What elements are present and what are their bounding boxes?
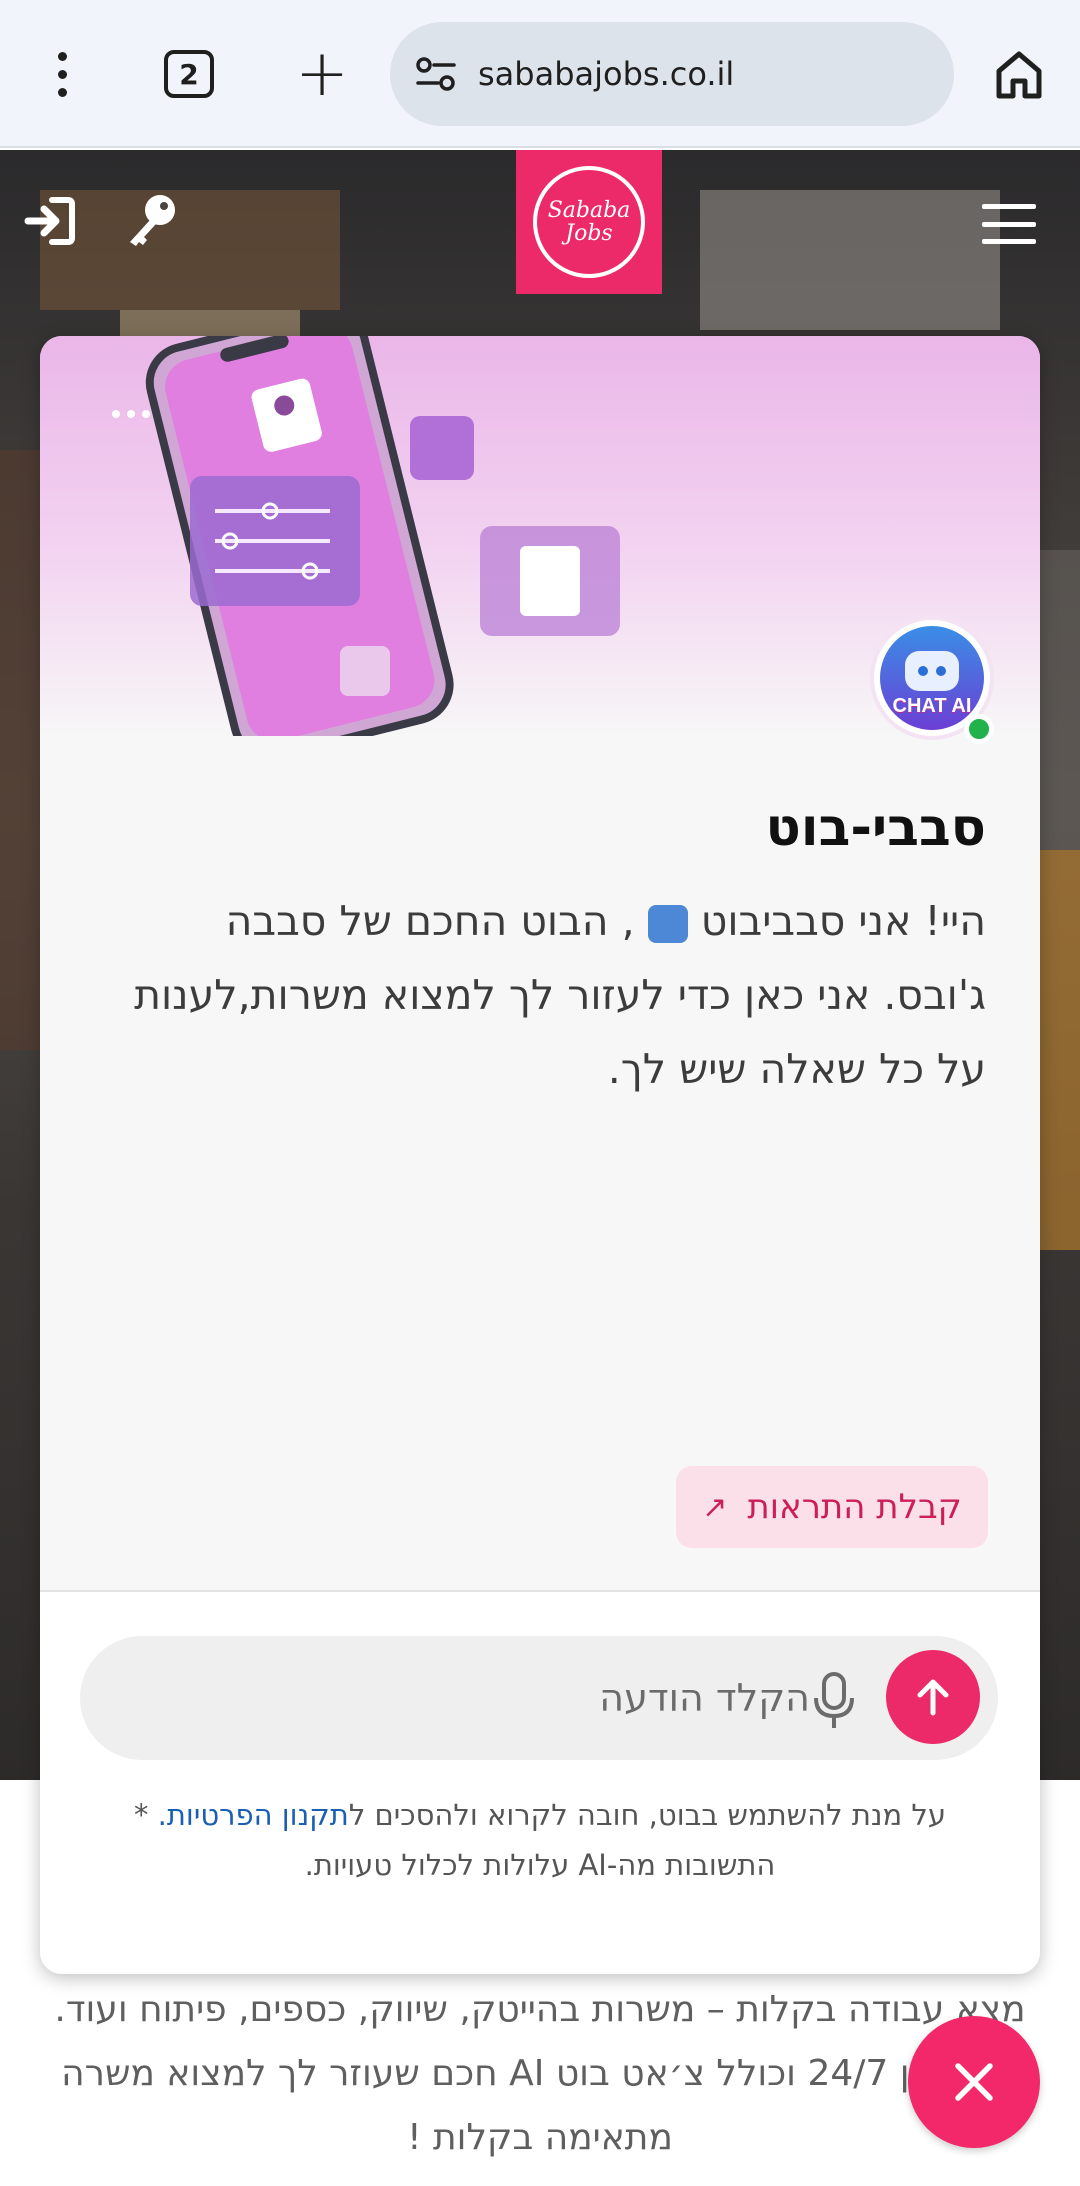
- disclaimer-line2: התשובות מה-AI עלולות לכלול טעויות.: [304, 1848, 776, 1882]
- logo-text-line1: Sababa: [547, 197, 631, 223]
- robot-emoji-icon: [647, 905, 688, 943]
- close-icon: [955, 2063, 993, 2101]
- get-notifications-button[interactable]: קבלת התראות ↗: [676, 1466, 988, 1548]
- bot-name: סבבי-בוט: [765, 798, 986, 858]
- address-bar[interactable]: sababajobs.co.il: [390, 22, 954, 126]
- page-description: מצא עבודה בקלות – משרות בהייטק, שיווק, כ…: [54, 1989, 1026, 2158]
- home-icon[interactable]: [990, 44, 1048, 106]
- close-chat-button[interactable]: [908, 2016, 1040, 2148]
- disclaimer-line1: על מנת להשתמש בבוט, חובה לקרוא ולהסכים ל: [348, 1798, 947, 1832]
- tab-count: 2: [179, 57, 199, 91]
- hamburger-menu-icon[interactable]: [982, 204, 1036, 244]
- url-text: sababajobs.co.il: [478, 55, 735, 93]
- online-status-dot: [964, 714, 994, 744]
- disclaimer-asterisk: *: [133, 1798, 158, 1832]
- chatbot-widget: CHAT AI סבבי-בוט היי! אני סבביבוט , הבוט…: [40, 336, 1040, 1974]
- microphone-icon[interactable]: [812, 1670, 856, 1730]
- browser-toolbar: 2 + sababajobs.co.il: [0, 0, 1080, 148]
- site-settings-icon[interactable]: [416, 56, 456, 92]
- message-input[interactable]: [120, 1658, 810, 1738]
- arrow-up-icon: [917, 1679, 949, 1716]
- new-tab-button[interactable]: +: [290, 40, 354, 108]
- sababa-jobs-logo[interactable]: Sababa Jobs: [516, 150, 662, 294]
- bot-intro-message: היי! אני סבביבוט , הבוט החכם של סבבה ג'ו…: [126, 884, 986, 1106]
- key-icon[interactable]: [124, 192, 178, 248]
- tab-switcher-button[interactable]: 2: [164, 50, 214, 98]
- more-options-icon[interactable]: [112, 410, 150, 418]
- send-button[interactable]: [886, 1650, 980, 1744]
- privacy-policy-link[interactable]: תקנון הפרטיות.: [158, 1798, 349, 1832]
- login-icon[interactable]: [24, 196, 76, 246]
- browser-menu-icon[interactable]: [30, 40, 94, 108]
- chat-input-area: על מנת להשתמש בבוט, חובה לקרוא ולהסכים ל…: [40, 1590, 1040, 1974]
- bot-avatar-label: CHAT AI: [892, 695, 972, 717]
- disclaimer-text: על מנת להשתמש בבוט, חובה לקרוא ולהסכים ל…: [70, 1790, 1010, 1890]
- logo-text-line2: Jobs: [565, 221, 613, 246]
- intro-text-start: היי! אני סבביבוט: [700, 897, 986, 945]
- arrow-up-left-icon: ↗: [702, 1489, 728, 1525]
- notifications-label: קבלת התראות: [747, 1487, 962, 1527]
